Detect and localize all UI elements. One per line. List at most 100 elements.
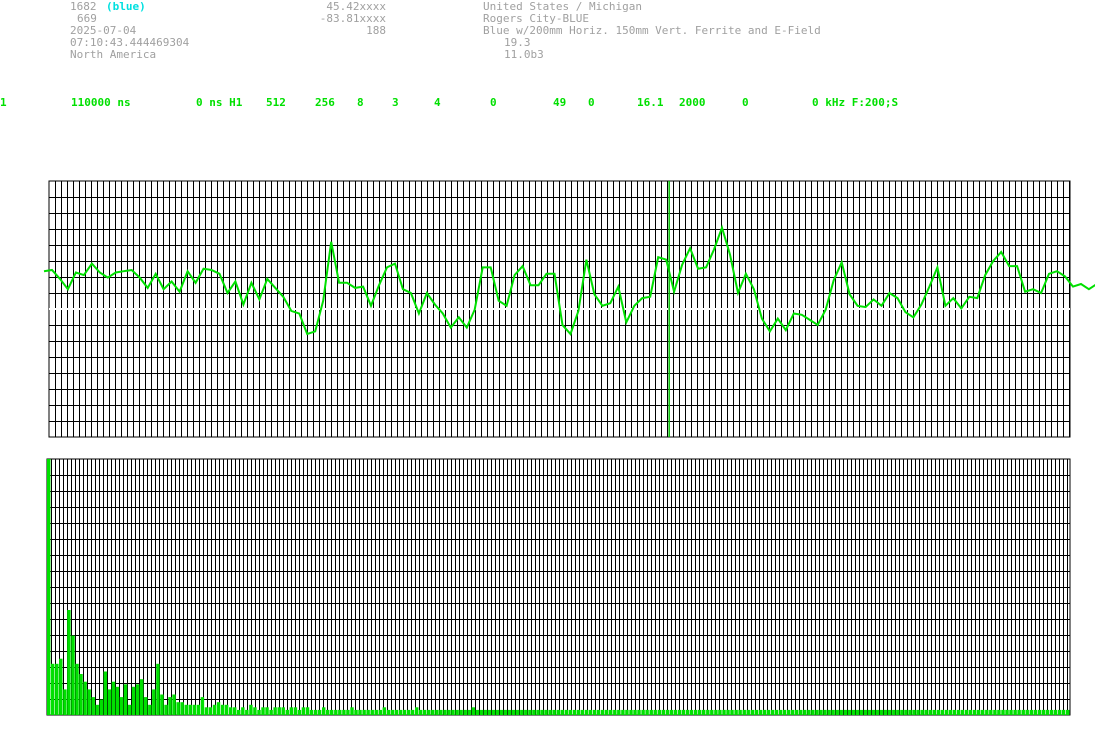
spectrum-bar bbox=[787, 709, 791, 715]
spectrum-bar bbox=[617, 709, 621, 715]
spectrum-bar bbox=[479, 709, 484, 715]
spectrum-bar bbox=[629, 709, 633, 715]
spectrum-bar bbox=[871, 709, 876, 715]
spectrum-bar bbox=[107, 689, 112, 715]
spectrum-grid bbox=[46, 458, 1071, 716]
spectrum-bar bbox=[613, 709, 617, 715]
spectrum-bar bbox=[904, 709, 908, 715]
spectrum-bar bbox=[661, 709, 666, 715]
spectrum-bar bbox=[99, 699, 104, 715]
spectrum-bar bbox=[467, 709, 471, 715]
spectrum-bar bbox=[313, 709, 318, 715]
spectrum-bar bbox=[1001, 709, 1005, 715]
spectrum-bar bbox=[528, 709, 532, 715]
spectrum-bar bbox=[261, 707, 265, 715]
spectrum-bar bbox=[495, 709, 500, 715]
spectrum-bar bbox=[601, 709, 605, 715]
spectrum-bar bbox=[354, 709, 358, 715]
spectrum-bar bbox=[855, 709, 860, 715]
spectrum-bar bbox=[79, 674, 83, 715]
spectrum-bar bbox=[233, 707, 237, 715]
spectrum-bar bbox=[888, 709, 892, 715]
spectrum-bar bbox=[346, 709, 350, 715]
spectrum-bar bbox=[499, 709, 504, 715]
spectrum-bar bbox=[892, 709, 896, 715]
spectrum-bar bbox=[362, 709, 366, 715]
spectrum-bar bbox=[815, 709, 819, 715]
spectrum-bar bbox=[1017, 709, 1021, 715]
spectrum-bar bbox=[993, 709, 997, 715]
spectrum-bar bbox=[847, 709, 852, 715]
spectrum-bar bbox=[532, 709, 536, 715]
spectrum-bar bbox=[924, 709, 928, 715]
spectrum-bar bbox=[928, 709, 932, 715]
spectrum-bar bbox=[669, 709, 674, 715]
spectrum-bar bbox=[997, 709, 1001, 715]
spectrum-bar bbox=[706, 709, 710, 715]
spectrum-bar bbox=[981, 709, 985, 715]
spectrum-bar bbox=[1066, 709, 1070, 715]
spectrum-bar bbox=[1009, 709, 1013, 715]
spectrum-bar bbox=[1049, 709, 1054, 715]
spectrum-bar bbox=[944, 709, 949, 715]
spectrum-bar bbox=[588, 709, 593, 715]
spectrum-bar bbox=[317, 709, 322, 715]
spectrum-bar bbox=[540, 709, 544, 715]
spectrum-bar bbox=[977, 709, 981, 715]
spectrum-bar bbox=[140, 679, 144, 715]
spectrum-bar bbox=[350, 707, 354, 715]
spectrum-bar bbox=[758, 709, 763, 715]
spectrum-bar bbox=[212, 704, 217, 715]
spectrum-bar bbox=[576, 709, 581, 715]
spectrum-bar bbox=[791, 709, 795, 715]
spectrum-bar bbox=[698, 709, 702, 715]
spectrum-bar bbox=[245, 709, 249, 715]
spectrum-bar bbox=[95, 704, 99, 715]
spectrum-bar bbox=[859, 709, 864, 715]
spectrum-bar bbox=[960, 709, 965, 715]
spectrum-bar bbox=[188, 704, 192, 715]
spectrum-bar bbox=[220, 704, 225, 715]
spectrum-bar bbox=[423, 709, 427, 715]
spectrum-bar bbox=[835, 709, 839, 715]
spectrum-bar bbox=[249, 704, 253, 715]
spectrum-bar bbox=[136, 684, 140, 715]
spectrum-bar bbox=[968, 709, 973, 715]
spectrum-bar bbox=[677, 709, 682, 715]
spectrum-bar bbox=[900, 709, 904, 715]
spectrum-bar bbox=[123, 684, 128, 715]
spectrum-bar bbox=[148, 704, 152, 715]
spectrum-bar bbox=[653, 709, 657, 715]
spectrum-bar bbox=[641, 709, 645, 715]
spectrum-bar bbox=[714, 709, 718, 715]
spectrum-bar bbox=[196, 704, 201, 715]
spectrum-bar bbox=[552, 709, 556, 715]
spectrum-bar bbox=[47, 459, 51, 715]
spectrum-bar bbox=[435, 709, 439, 715]
spectrum-bar bbox=[1029, 709, 1034, 715]
spectrum-bar bbox=[322, 707, 326, 715]
spectrum-bar bbox=[63, 689, 67, 715]
spectrum-bar bbox=[1025, 709, 1029, 715]
spectrum-bar bbox=[309, 709, 314, 715]
spectrum-bar bbox=[459, 709, 463, 715]
spectrum-bar bbox=[932, 709, 936, 715]
spectrum-bar bbox=[273, 707, 277, 715]
spectrum-bar bbox=[483, 709, 488, 715]
spectrum-bar bbox=[548, 709, 552, 715]
spectrum-bar bbox=[277, 707, 281, 715]
spectrum-bar bbox=[330, 709, 334, 715]
spectrum-bar bbox=[657, 709, 662, 715]
spectrum-bar bbox=[766, 709, 771, 715]
spectrum-bar bbox=[289, 707, 294, 715]
spectrum-bar bbox=[524, 709, 528, 715]
spectrum-bar bbox=[778, 709, 783, 715]
spectrum-bar bbox=[1053, 709, 1058, 715]
spectrum-bar bbox=[83, 681, 87, 715]
spectrum-bar bbox=[819, 709, 823, 715]
spectrum-bar bbox=[851, 709, 856, 715]
spectrum-bar bbox=[908, 709, 912, 715]
spectrum-bar bbox=[370, 709, 374, 715]
spectrum-bar bbox=[1033, 709, 1038, 715]
spectrum-bar bbox=[59, 658, 63, 715]
